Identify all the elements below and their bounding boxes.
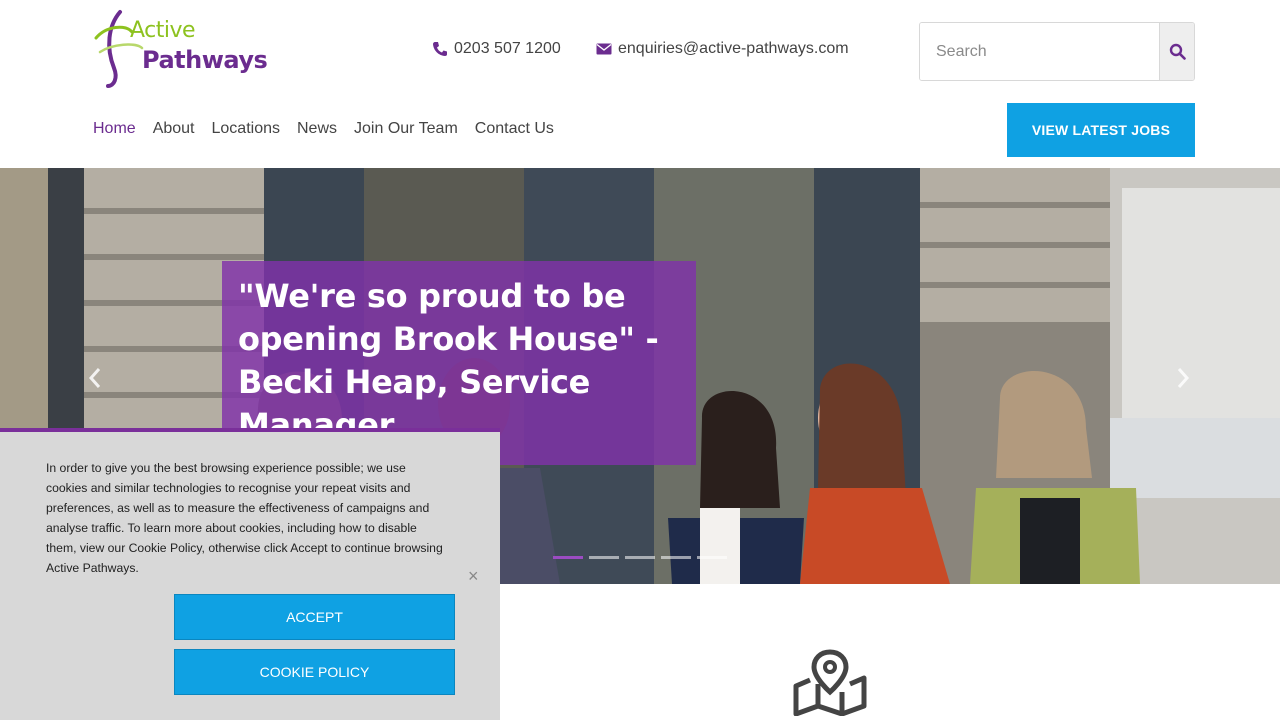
- cookie-close-button[interactable]: ×: [468, 566, 479, 587]
- map-location-icon: [792, 648, 868, 720]
- carousel-indicator-3[interactable]: [625, 556, 655, 559]
- email-address[interactable]: enquiries@active-pathways.com: [618, 40, 849, 58]
- page: Active Pathways 0203 507 1200 enquiries@…: [0, 0, 1280, 720]
- nav-item-contact-us[interactable]: Contact Us: [475, 120, 554, 138]
- search-button[interactable]: [1159, 23, 1194, 80]
- phone-contact[interactable]: 0203 507 1200: [432, 40, 561, 58]
- view-latest-jobs-button[interactable]: VIEW LATEST JOBS: [1007, 103, 1195, 157]
- cookie-consent-banner: In order to give you the best browsing e…: [0, 428, 500, 720]
- phone-icon: [433, 42, 447, 56]
- nav-item-about[interactable]: About: [153, 120, 195, 138]
- chevron-left-icon: [88, 368, 101, 388]
- hero-caption-text: "We're so proud to be opening Brook Hous…: [238, 277, 659, 444]
- carousel-indicators: [553, 556, 727, 559]
- carousel-indicator-5[interactable]: [697, 556, 727, 559]
- carousel-indicator-1[interactable]: [553, 556, 583, 559]
- nav-item-locations[interactable]: Locations: [212, 120, 281, 138]
- carousel-next-arrow[interactable]: [1176, 364, 1190, 396]
- carousel-indicator-2[interactable]: [589, 556, 619, 559]
- site-header: Active Pathways 0203 507 1200 enquiries@…: [0, 0, 1280, 168]
- phone-number[interactable]: 0203 507 1200: [454, 40, 561, 58]
- logo-text-pathways: Pathways: [142, 46, 268, 74]
- nav-item-news[interactable]: News: [297, 120, 337, 138]
- email-contact[interactable]: enquiries@active-pathways.com: [596, 40, 849, 58]
- main-nav: Home About Locations News Join Our Team …: [93, 120, 554, 138]
- search-box: [919, 22, 1195, 81]
- chevron-right-icon: [1177, 368, 1190, 388]
- nav-item-home[interactable]: Home: [93, 120, 136, 138]
- cookie-accept-button[interactable]: ACCEPT: [174, 594, 455, 640]
- nav-item-join-our-team[interactable]: Join Our Team: [354, 120, 458, 138]
- logo-text-active: Active: [130, 18, 196, 43]
- active-pathways-logo[interactable]: Active Pathways: [92, 8, 268, 88]
- cookie-policy-button[interactable]: COOKIE POLICY: [174, 649, 455, 695]
- search-input[interactable]: [920, 23, 1159, 80]
- envelope-icon: [596, 43, 612, 55]
- carousel-indicator-4[interactable]: [661, 556, 691, 559]
- cookie-notice-text: In order to give you the best browsing e…: [46, 461, 443, 575]
- carousel-prev-arrow[interactable]: [88, 364, 102, 396]
- search-icon: [1169, 43, 1186, 60]
